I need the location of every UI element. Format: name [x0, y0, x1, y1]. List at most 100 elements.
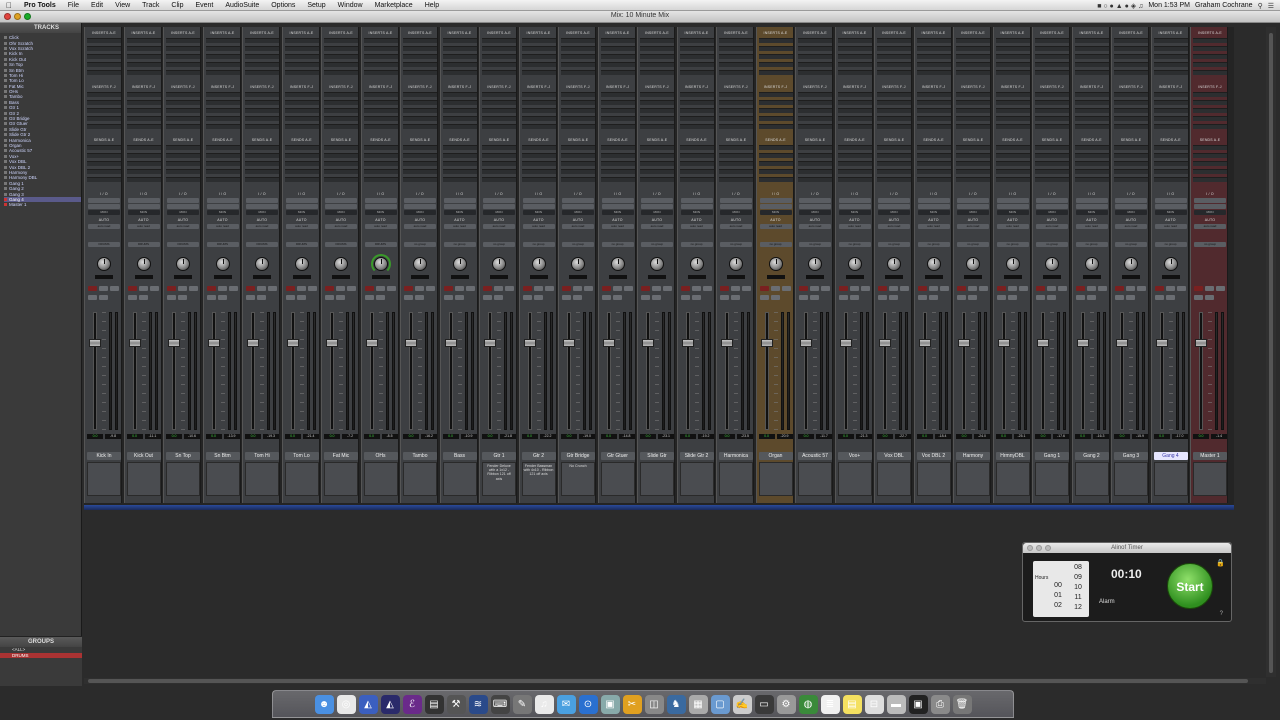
comments-field[interactable] [245, 462, 279, 496]
send-slot[interactable] [442, 153, 477, 158]
minute-option[interactable]: 11 [1071, 593, 1085, 603]
automation-mode-selector[interactable]: auto read [404, 224, 436, 229]
solo-safe-button[interactable] [217, 295, 227, 300]
insert-slot[interactable] [758, 108, 793, 113]
pan-knob[interactable] [1005, 257, 1020, 271]
insert-slot[interactable] [916, 100, 951, 105]
track-name[interactable]: Kick In [87, 452, 121, 460]
send-slot[interactable] [87, 161, 121, 166]
insert-slot[interactable] [679, 46, 714, 51]
group-selector[interactable]: no group [483, 242, 515, 247]
send-slot[interactable] [837, 161, 872, 166]
insert-slot[interactable] [403, 62, 437, 67]
pan-knob[interactable] [255, 257, 269, 271]
solo-safe-button[interactable] [257, 295, 266, 300]
input-monitor-button[interactable] [1086, 286, 1096, 291]
send-slot[interactable] [561, 153, 595, 158]
timer-minimize-button[interactable] [1036, 545, 1042, 551]
solo-button[interactable] [860, 286, 870, 291]
track-visibility-icon[interactable] [4, 144, 7, 147]
insert-slot[interactable] [166, 38, 200, 43]
list-icon[interactable]: ☰ [1268, 2, 1274, 10]
mute-button[interactable] [838, 295, 848, 300]
insert-slot[interactable] [956, 124, 990, 129]
groups-header[interactable]: GROUPS [0, 637, 82, 647]
monitor-button[interactable]: MON [246, 210, 278, 215]
input-selector[interactable] [957, 198, 989, 203]
record-button[interactable] [957, 286, 966, 291]
insert-slot[interactable] [245, 70, 279, 75]
tracks-header[interactable]: TRACKS [0, 23, 81, 33]
insert-slot[interactable] [87, 108, 121, 113]
send-slot[interactable] [1114, 153, 1148, 158]
solo-button[interactable] [347, 286, 356, 291]
send-slot[interactable] [205, 145, 240, 150]
solo-button[interactable] [781, 286, 791, 291]
solo-safe-button[interactable] [1047, 295, 1056, 300]
input-selector[interactable] [325, 198, 357, 203]
pan-knob[interactable] [492, 257, 506, 271]
insert-slot[interactable] [403, 100, 437, 105]
send-slot[interactable] [87, 145, 121, 150]
monitor-button[interactable]: MON [443, 210, 476, 215]
insert-slot[interactable] [916, 70, 951, 75]
track-visibility-icon[interactable] [4, 52, 7, 56]
insert-slot[interactable] [521, 100, 556, 105]
comments-field[interactable] [1074, 462, 1109, 496]
track-visibility-icon[interactable] [4, 36, 7, 40]
mute-button[interactable] [878, 295, 887, 300]
insert-slot[interactable] [719, 62, 753, 67]
track-visibility-icon[interactable] [4, 133, 7, 137]
track-visibility-icon[interactable] [4, 181, 7, 185]
insert-slot[interactable] [1035, 116, 1069, 121]
insert-slot[interactable] [877, 124, 911, 129]
insert-slot[interactable] [640, 100, 674, 105]
send-slot[interactable] [719, 169, 753, 174]
track-visibility-icon[interactable] [4, 117, 7, 121]
track-visibility-icon[interactable] [4, 160, 7, 164]
mute-button[interactable] [720, 295, 729, 300]
output-selector[interactable] [759, 204, 792, 209]
insert-slot[interactable] [995, 70, 1030, 75]
group-selector[interactable]: DRUMS [364, 242, 397, 247]
insert-slot[interactable] [126, 124, 161, 129]
insert-slot[interactable] [640, 54, 674, 59]
record-button[interactable] [88, 286, 97, 291]
automation-mode-selector[interactable]: auto read [88, 224, 120, 229]
track-visibility-icon[interactable] [4, 68, 7, 72]
menu-setup[interactable]: Setup [301, 2, 331, 9]
insert-slot[interactable] [916, 124, 951, 129]
solo-button[interactable] [979, 286, 988, 291]
volume-fader[interactable] [563, 339, 575, 347]
send-slot[interactable] [956, 153, 990, 158]
insert-slot[interactable] [363, 100, 398, 105]
insert-slot[interactable] [324, 38, 358, 43]
record-button[interactable] [601, 286, 611, 291]
send-slot[interactable] [363, 161, 398, 166]
insert-slot[interactable] [719, 100, 753, 105]
output-selector[interactable] [641, 204, 673, 209]
input-monitor-button[interactable] [1126, 286, 1135, 291]
insert-slot[interactable] [679, 92, 714, 97]
solo-safe-button[interactable] [99, 295, 108, 300]
track-visibility-icon[interactable] [4, 154, 7, 158]
volume-fader[interactable] [1037, 339, 1049, 347]
scissors-icon[interactable]: ✂ [622, 694, 642, 714]
insert-slot[interactable] [205, 124, 240, 129]
insert-slot[interactable] [324, 46, 358, 51]
volume-fader[interactable] [760, 339, 773, 347]
menu-marketplace[interactable]: Marketplace [369, 2, 419, 9]
insert-slot[interactable] [798, 108, 832, 113]
menu-user[interactable]: Graham Cochrane [1195, 2, 1253, 9]
send-slot[interactable] [679, 161, 714, 166]
send-slot[interactable] [1193, 161, 1227, 166]
send-slot[interactable] [284, 161, 319, 166]
insert-slot[interactable] [561, 116, 595, 121]
document-icon[interactable]: ≣ [820, 694, 840, 714]
send-slot[interactable] [798, 177, 832, 182]
send-slot[interactable] [798, 145, 832, 150]
insert-slot[interactable] [719, 108, 753, 113]
comments-field[interactable] [719, 462, 753, 496]
input-selector[interactable] [483, 198, 515, 203]
record-button[interactable] [799, 286, 808, 291]
